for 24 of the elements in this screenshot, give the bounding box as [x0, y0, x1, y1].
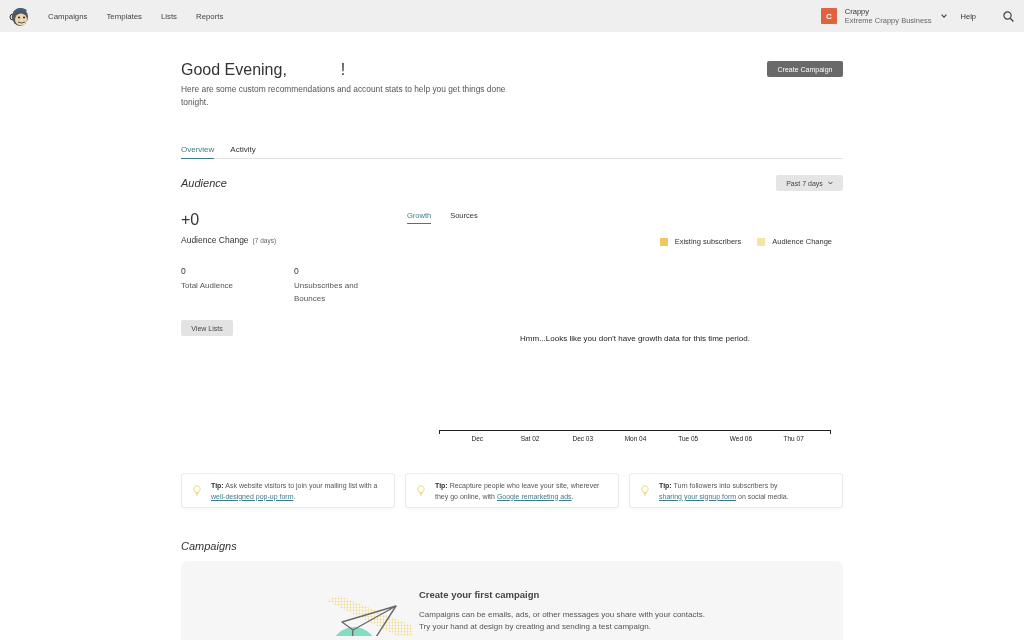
greeting-subtitle: Here are some custom recommendations and account stats to help you get things done tonight. — [181, 83, 507, 109]
tab[interactable]: Activity — [230, 143, 256, 159]
campaign-card-text: Campaigns can be emails, ads, or other messages you share with your contacts. — [419, 609, 705, 621]
campaign-card-title: Create your first campaign — [419, 588, 541, 601]
campaign-card-text: Try your hand at design by creating and sending a test campaign. — [419, 621, 652, 633]
lightbulb-icon — [417, 485, 425, 496]
greeting-exclamation: ! — [340, 60, 346, 80]
stat-value: 0 — [294, 265, 299, 277]
section-title: Campaigns — [181, 539, 237, 553]
chevron-down-icon[interactable] — [940, 14, 947, 18]
search-icon[interactable] — [1003, 10, 1014, 22]
greeting-title: Good Evening, — [181, 60, 287, 80]
stat-label: Total Audience — [181, 280, 234, 292]
monkey-logo-icon[interactable] — [8, 5, 30, 27]
stat-label: Unsubscribes and Bounces — [294, 280, 360, 305]
lightbulb-icon — [193, 485, 201, 496]
tab[interactable]: Overview — [181, 143, 215, 159]
stat-value: 0 — [181, 265, 186, 277]
chevron-down-icon — [827, 181, 833, 185]
empty-chart-message: Hmm...Looks like you don’t have growth data for this time period. — [519, 333, 751, 345]
section-title: Audience — [181, 176, 227, 190]
audience-change-value: +0 — [181, 211, 200, 229]
audience-change-label: Audience Change — [181, 234, 249, 246]
lightbulb-icon — [641, 485, 649, 496]
